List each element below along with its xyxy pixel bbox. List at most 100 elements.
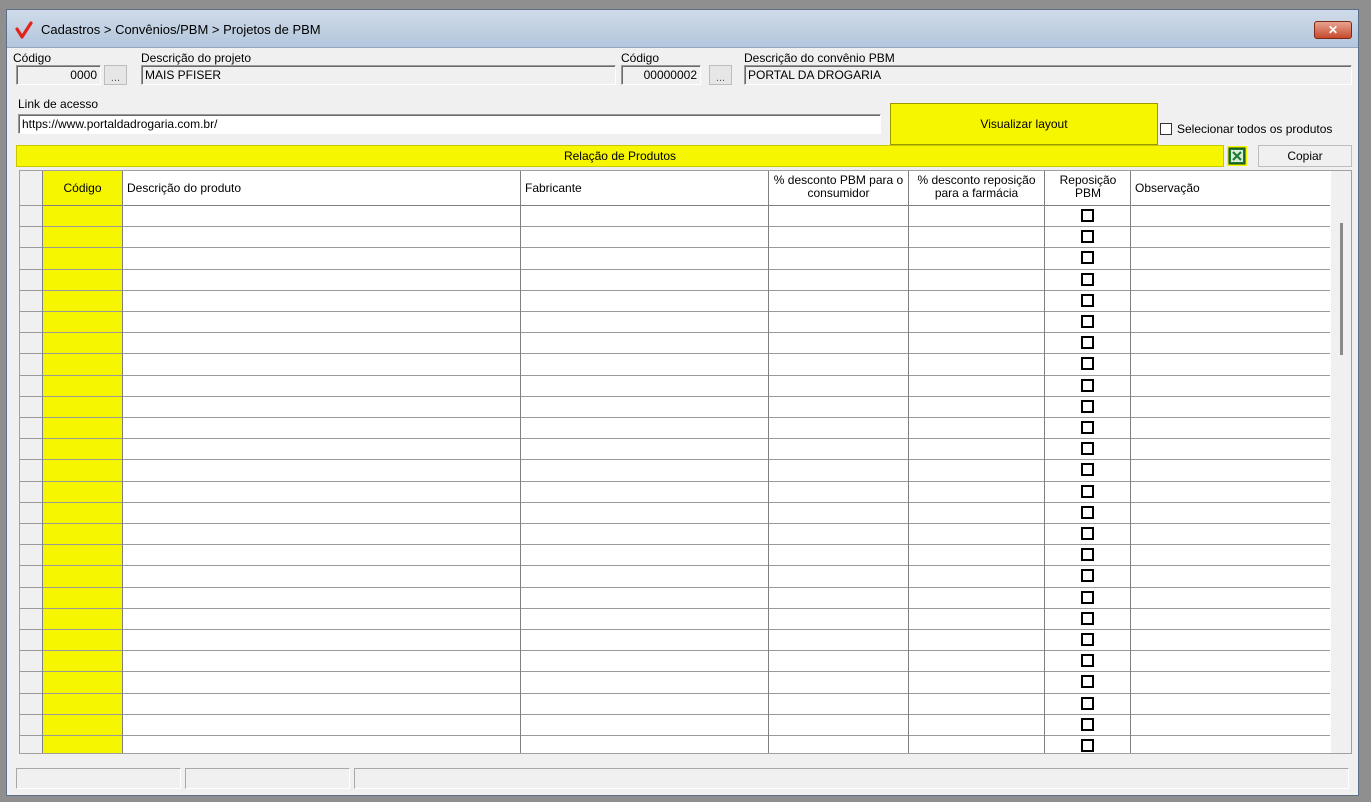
table-row-divider [20,311,1330,312]
reposicao-pbm-checkbox[interactable] [1081,739,1094,752]
status-bar [16,768,1349,789]
table-row-divider [20,587,1330,588]
table-row-divider [20,396,1330,397]
grid-col-line [768,171,769,753]
codigo-lookup-button[interactable]: ... [104,65,127,85]
reposicao-pbm-checkbox[interactable] [1081,294,1094,307]
reposicao-pbm-checkbox[interactable] [1081,273,1094,286]
reposicao-pbm-checkbox[interactable] [1081,591,1094,604]
row-indicator-column [20,171,43,753]
grid-col-line [520,171,521,753]
main-window: Cadastros > Convênios/PBM > Projetos de … [6,9,1359,796]
products-grid[interactable]: Código Descrição do produto Fabricante %… [19,170,1352,754]
reposicao-pbm-checkbox[interactable] [1081,527,1094,540]
codigo-field[interactable]: 0000 [16,65,101,85]
header-fabricante[interactable]: Fabricante [521,171,767,206]
codigo-convenio-label: Código [621,51,660,65]
excel-export-icon[interactable] [1227,146,1247,166]
select-all-checkbox[interactable]: Selecionar todos os produtos [1160,122,1332,136]
table-row-divider [20,714,1330,715]
reposicao-pbm-checkbox[interactable] [1081,463,1094,476]
reposicao-pbm-checkbox[interactable] [1081,612,1094,625]
reposicao-pbm-checkbox[interactable] [1081,485,1094,498]
codigo-column-highlight [43,171,122,753]
table-row-divider [20,269,1330,270]
window-title: Cadastros > Convênios/PBM > Projetos de … [41,22,321,37]
reposicao-pbm-checkbox[interactable] [1081,697,1094,710]
grid-col-line [1044,171,1045,753]
reposicao-pbm-checkbox[interactable] [1081,209,1094,222]
table-row-divider [20,544,1330,545]
status-panel-1 [16,768,181,789]
reposicao-pbm-checkbox[interactable] [1081,506,1094,519]
table-row-divider [20,459,1330,460]
close-icon: ✕ [1327,23,1339,37]
reposicao-pbm-checkbox[interactable] [1081,633,1094,646]
table-row-divider [20,693,1330,694]
reposicao-pbm-checkbox[interactable] [1081,315,1094,328]
header-desc-consumidor[interactable]: % desconto PBM para o consumidor [769,171,908,206]
table-row-divider [20,481,1330,482]
grid-col-line [42,171,43,753]
descricao-projeto-field[interactable]: MAIS PFISER [141,65,616,85]
close-button[interactable]: ✕ [1314,21,1352,39]
table-row-divider [20,438,1330,439]
reposicao-pbm-checkbox[interactable] [1081,718,1094,731]
reposicao-pbm-checkbox[interactable] [1081,336,1094,349]
grid-col-line [1130,171,1131,753]
table-row-divider [20,523,1330,524]
header-observacao[interactable]: Observação [1132,171,1330,206]
status-panel-3 [354,768,1349,789]
table-row-divider [20,417,1330,418]
reposicao-pbm-checkbox[interactable] [1081,230,1094,243]
reposicao-pbm-checkbox[interactable] [1081,251,1094,264]
grid-col-line [908,171,909,753]
header-desc-farmacia[interactable]: % desconto reposição para a farmácia [909,171,1044,206]
grid-vertical-scrollbar[interactable] [1331,171,1351,753]
grid-col-line [122,171,123,753]
reposicao-pbm-checkbox[interactable] [1081,357,1094,370]
select-all-checkbox-box[interactable] [1160,123,1172,135]
table-row-divider [20,735,1330,736]
table-row-divider [20,650,1330,651]
descricao-convenio-label: Descrição do convênio PBM [744,51,895,65]
descricao-projeto-label: Descrição do projeto [141,51,252,65]
table-row-divider [20,375,1330,376]
table-row-divider [20,353,1330,354]
codigo-label: Código [13,51,52,65]
header-codigo[interactable]: Código [43,171,122,206]
select-all-label: Selecionar todos os produtos [1177,122,1333,136]
codigo-convenio-field[interactable]: 00000002 [621,65,701,85]
status-panel-2 [185,768,350,789]
app-logo-icon [15,21,33,39]
copy-button[interactable]: Copiar [1258,145,1352,167]
table-row-divider [20,290,1330,291]
section-title: Relação de Produtos [16,145,1224,167]
reposicao-pbm-checkbox[interactable] [1081,675,1094,688]
header-reposicao[interactable]: Reposição PBM [1045,171,1131,206]
table-row-divider [20,565,1330,566]
convenio-lookup-button[interactable]: ... [709,65,732,85]
table-row-divider [20,608,1330,609]
reposicao-pbm-checkbox[interactable] [1081,379,1094,392]
reposicao-pbm-checkbox[interactable] [1081,569,1094,582]
table-row-divider [20,502,1330,503]
visualizar-layout-button[interactable]: Visualizar layout [890,103,1158,145]
title-bar: Cadastros > Convênios/PBM > Projetos de … [7,10,1358,48]
reposicao-pbm-checkbox[interactable] [1081,442,1094,455]
table-row-divider [20,226,1330,227]
scrollbar-thumb[interactable] [1340,223,1343,355]
reposicao-pbm-checkbox[interactable] [1081,654,1094,667]
link-input[interactable]: https://www.portaldadrogaria.com.br/ [18,114,881,134]
header-descricao[interactable]: Descrição do produto [124,171,520,206]
table-row-divider [20,247,1330,248]
reposicao-pbm-checkbox[interactable] [1081,400,1094,413]
link-label: Link de acesso [18,97,99,111]
table-row-divider [20,629,1330,630]
reposicao-pbm-checkbox[interactable] [1081,421,1094,434]
table-row-divider [20,671,1330,672]
table-row-divider [20,332,1330,333]
reposicao-pbm-checkbox[interactable] [1081,548,1094,561]
form-area: Código Descrição do projeto Código Descr… [13,48,1352,791]
descricao-convenio-field[interactable]: PORTAL DA DROGARIA [744,65,1352,85]
